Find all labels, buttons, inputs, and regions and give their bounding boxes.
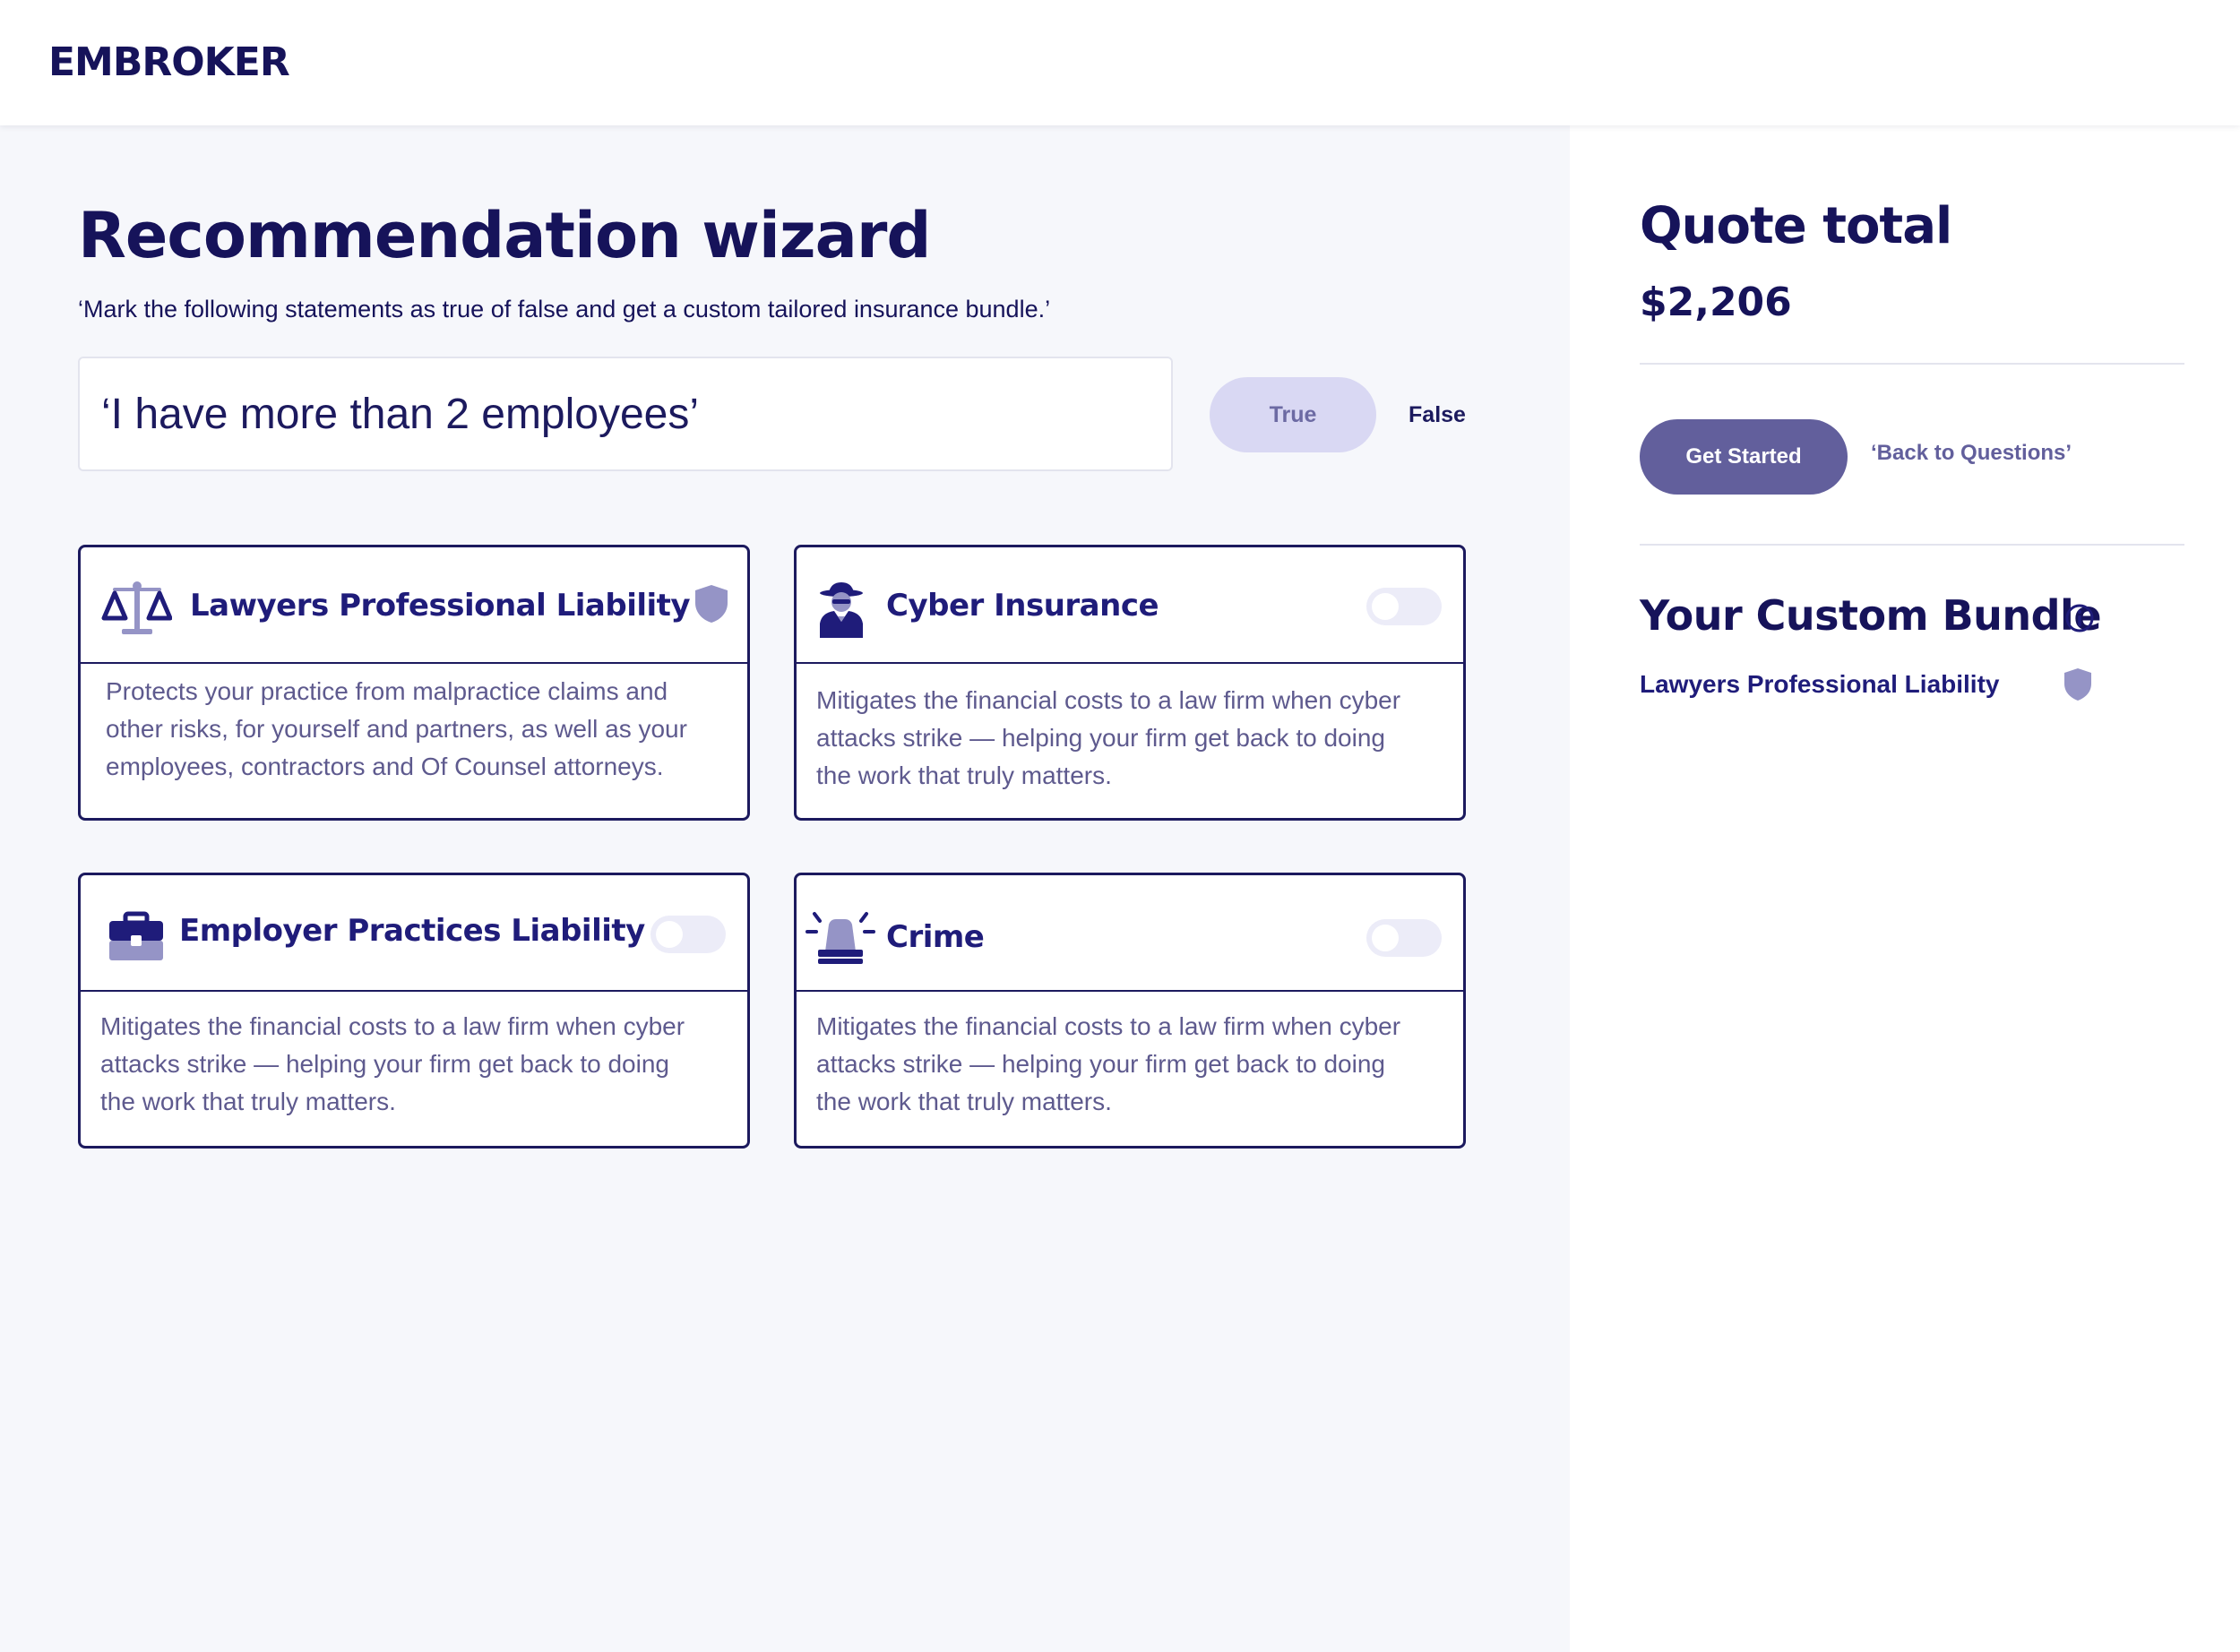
toggle-knob: [1372, 925, 1399, 951]
scales-icon: [100, 581, 173, 638]
toggle-knob: [656, 921, 683, 948]
statement-text: ‘I have more than 2 employees’: [101, 390, 700, 438]
wizard-panel: Recommendation wizard ‘Mark the followin…: [0, 125, 1570, 1652]
quote-title: Quote total: [1640, 197, 1952, 255]
divider: [1640, 363, 2184, 365]
quote-sidebar: Quote total $2,206 Get Started ‘Back to …: [1570, 125, 2240, 1652]
embroker-logo[interactable]: EMBROKER: [48, 39, 290, 85]
card-cyber-insurance[interactable]: Cyber Insurance Mitigates the financial …: [794, 545, 1466, 821]
card-header: Cyber Insurance: [797, 547, 1463, 664]
spy-icon: [814, 581, 868, 638]
card-description: Protects your practice from malpractice …: [106, 677, 687, 780]
card-header: Lawyers Professional Liability: [81, 547, 747, 664]
employer-practices-liability-toggle[interactable]: [650, 916, 726, 953]
top-bar: EMBROKER: [0, 0, 2240, 125]
statement-box: ‘I have more than 2 employees’: [78, 357, 1173, 471]
card-title: Lawyers Professional Liability: [190, 588, 691, 624]
briefcase-icon: [108, 908, 165, 966]
card-employer-practices-liability[interactable]: Employer Practices Liability Mitigates t…: [78, 873, 750, 1149]
page-title: Recommendation wizard: [78, 199, 932, 272]
bundle-title: Your Custom Bundle: [1640, 591, 2102, 640]
quote-amount: $2,206: [1640, 280, 1792, 325]
siren-icon: [806, 908, 875, 966]
card-title: Cyber Insurance: [886, 588, 1159, 624]
card-header: Crime: [797, 875, 1463, 992]
toggle-knob: [1372, 593, 1399, 620]
bundle-item: Lawyers Professional Liability: [1640, 670, 2000, 698]
divider: [1640, 544, 2184, 546]
false-button[interactable]: False: [1409, 377, 1466, 452]
true-button[interactable]: True: [1210, 377, 1376, 452]
card-description: Mitigates the financial costs to a law f…: [816, 686, 1401, 789]
card-header: Employer Practices Liability: [81, 875, 747, 992]
crime-toggle[interactable]: [1366, 919, 1442, 957]
card-lawyers-professional-liability[interactable]: Lawyers Professional Liability Protects …: [78, 545, 750, 821]
card-title: Crime: [886, 919, 985, 955]
card-description: Mitigates the financial costs to a law f…: [100, 1012, 685, 1115]
card-description: Mitigates the financial costs to a law f…: [816, 1012, 1401, 1115]
back-to-questions-link[interactable]: ‘Back to Questions’: [1871, 441, 2072, 466]
cyber-insurance-toggle[interactable]: [1366, 588, 1442, 625]
shield-icon: [694, 583, 729, 624]
card-title: Employer Practices Liability: [179, 913, 645, 949]
shield-icon: [2063, 667, 2093, 702]
get-started-button[interactable]: Get Started: [1640, 419, 1848, 495]
info-icon[interactable]: [2064, 603, 2095, 633]
card-crime[interactable]: Crime Mitigates the financial costs to a…: [794, 873, 1466, 1149]
wizard-subtitle: ‘Mark the following statements as true o…: [78, 296, 1051, 323]
